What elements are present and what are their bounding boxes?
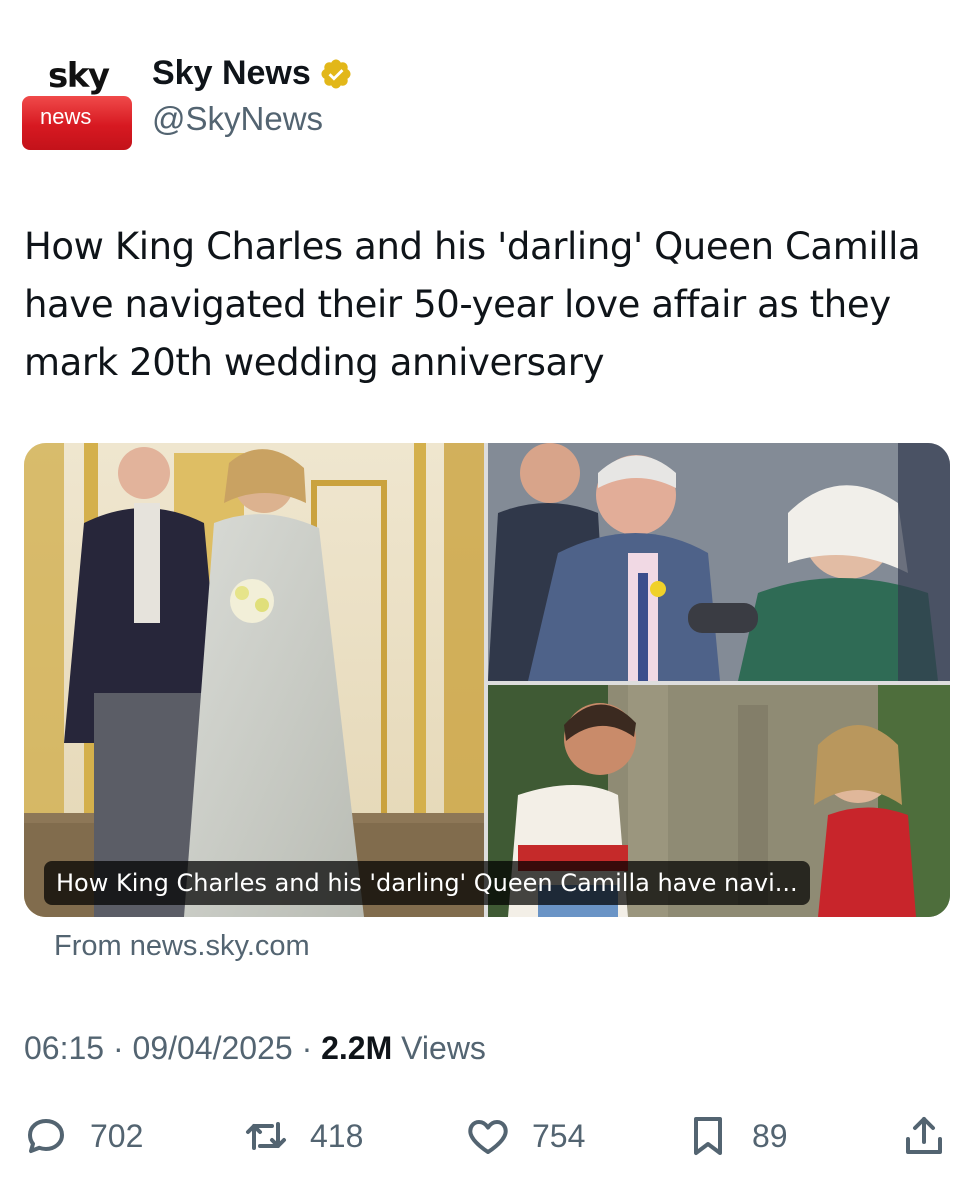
- views-count: 2.2M: [321, 1030, 393, 1066]
- repost-icon: [246, 1122, 286, 1150]
- royal-couple-photo: [488, 443, 950, 681]
- repost-button[interactable]: 418: [242, 1108, 363, 1164]
- like-count: 754: [532, 1117, 586, 1154]
- reply-count: 702: [90, 1117, 144, 1154]
- repost-count: 418: [310, 1117, 364, 1154]
- bookmark-icon: [694, 1117, 722, 1155]
- logo-sky-text: sky: [48, 56, 110, 96]
- views-label: Views: [401, 1030, 486, 1066]
- reply-button[interactable]: 702: [22, 1108, 143, 1164]
- bookmark-button[interactable]: 89: [684, 1108, 788, 1164]
- share-icon: [906, 1117, 942, 1154]
- separator-dot: ·: [301, 1030, 322, 1066]
- like-icon: [468, 1120, 508, 1154]
- verified-badge-icon: [321, 58, 351, 89]
- separator-dot: ·: [112, 1030, 133, 1066]
- bookmark-count: 89: [752, 1117, 788, 1154]
- tweet-text: How King Charles and his 'darling' Queen…: [24, 225, 921, 384]
- card-caption: How King Charles and his 'darling' Queen…: [44, 861, 810, 905]
- user-handle[interactable]: @SkyNews: [152, 100, 323, 138]
- card-source[interactable]: From news.sky.com: [54, 930, 310, 963]
- reply-icon: [28, 1119, 64, 1153]
- avatar[interactable]: sky news: [22, 56, 134, 152]
- logo-news-text: news: [40, 104, 92, 129]
- card-caption-text: How King Charles and his 'darling' Queen…: [56, 869, 798, 897]
- display-name[interactable]: Sky News: [152, 54, 311, 93]
- action-bar: 702 418 754 89: [20, 1108, 960, 1168]
- user-name-row: Sky News: [152, 54, 353, 93]
- link-card[interactable]: How King Charles and his 'darling' Queen…: [24, 443, 950, 917]
- like-button[interactable]: 754: [464, 1108, 585, 1164]
- tweet-time[interactable]: 06:15: [24, 1030, 104, 1066]
- wedding-photo: [24, 443, 484, 917]
- logo-news-box: news: [22, 96, 132, 150]
- share-button[interactable]: [900, 1108, 948, 1164]
- tweet-meta: 06:15 · 09/04/2025 · 2.2M Views: [24, 1030, 486, 1067]
- tweet-date[interactable]: 09/04/2025: [133, 1030, 293, 1066]
